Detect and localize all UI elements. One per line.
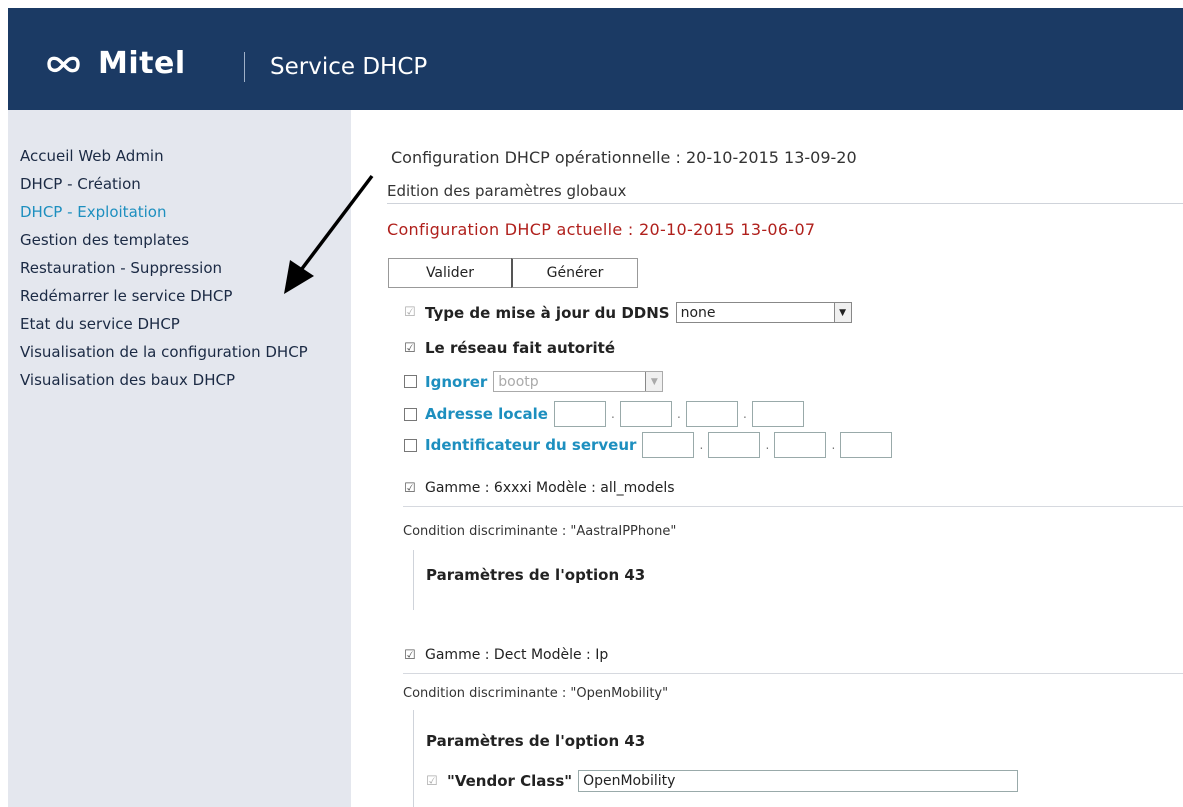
generate-button[interactable]: Générer [511, 258, 638, 288]
ignore-select-value: bootp [498, 373, 539, 390]
brand-name: Mitel [98, 46, 186, 81]
server-id-label: Identificateur du serveur [425, 436, 637, 454]
app-header: Mitel Service DHCP [8, 8, 1183, 110]
ignore-select[interactable]: bootp ▼ [493, 371, 664, 392]
divider [403, 673, 1183, 674]
ddns-select[interactable]: none ▼ [675, 302, 852, 323]
condition-label: Condition discriminante : "AastraIPPhone… [403, 524, 677, 539]
mitel-logo-icon [47, 56, 80, 72]
server-id-octet-1[interactable] [642, 432, 695, 458]
ddns-label: Type de mise à jour du DDNS [425, 303, 670, 322]
actual-config-label: Configuration DHCP actuelle : 20-10-2015… [387, 220, 816, 239]
gamme-label: Gamme : Dect Modèle : Ip [425, 647, 609, 663]
checkbox-empty-icon[interactable] [404, 407, 417, 421]
condition-label: Condition discriminante : "OpenMobility" [403, 686, 669, 701]
sidebar-item-visu-config[interactable]: Visualisation de la configuration DHCP [20, 342, 320, 362]
server-id-octet-3[interactable] [774, 432, 827, 458]
gamme-label: Gamme : 6xxxi Modèle : all_models [425, 480, 675, 496]
operational-config-label: Configuration DHCP opérationnelle : 20-1… [391, 148, 857, 167]
ddns-select-value: none [680, 304, 716, 321]
ddns-row: ☑ Type de mise à jour du DDNS none ▼ [404, 302, 852, 323]
divider [387, 203, 1183, 204]
checkbox-empty-icon[interactable] [404, 375, 417, 388]
vendor-class-row: ☑ "Vendor Class" OpenMobility [426, 770, 1019, 792]
checkbox-checked-icon[interactable]: ☑ [404, 306, 417, 319]
sidebar-item-etat[interactable]: Etat du service DHCP [20, 314, 340, 334]
group-border [413, 550, 414, 610]
authority-label: Le réseau fait autorité [425, 339, 615, 357]
group-border [413, 710, 414, 807]
vendor-class-label: "Vendor Class" [447, 772, 573, 790]
server-id-octet-2[interactable] [708, 432, 761, 458]
local-address-octet-1[interactable] [553, 401, 606, 427]
main-content: Configuration DHCP opérationnelle : 20-1… [351, 110, 1183, 807]
local-address-label: Adresse locale [425, 405, 548, 423]
checkbox-checked-icon[interactable]: ☑ [426, 775, 439, 788]
header-divider [244, 52, 245, 82]
local-address-octet-3[interactable] [685, 401, 738, 427]
vendor-class-input[interactable]: OpenMobility [578, 770, 1019, 792]
local-address-octet-4[interactable] [751, 401, 804, 427]
mitel-logo: Mitel [46, 46, 186, 81]
sidebar-item-accueil[interactable]: Accueil Web Admin [20, 146, 340, 166]
page-title: Service DHCP [270, 54, 428, 80]
checkbox-checked-icon[interactable]: ☑ [404, 649, 417, 662]
server-id-octet-4[interactable] [840, 432, 893, 458]
edit-section-title: Edition des paramètres globaux [387, 182, 627, 200]
sidebar-item-visu-baux[interactable]: Visualisation des baux DHCP [20, 370, 340, 390]
dropdown-arrow-icon: ▼ [833, 303, 851, 322]
validate-button[interactable]: Valider [388, 258, 511, 288]
ignore-row: Ignorer bootp ▼ [404, 371, 664, 392]
gamme-dect-row: ☑ Gamme : Dect Modèle : Ip [404, 647, 608, 663]
action-buttons: Valider Générer [388, 258, 638, 288]
gamme-6xxxi-row: ☑ Gamme : 6xxxi Modèle : all_models [404, 480, 675, 496]
option-43-title: Paramètres de l'option 43 [426, 732, 646, 750]
checkbox-empty-icon[interactable] [404, 438, 417, 452]
option-43-title: Paramètres de l'option 43 [426, 566, 646, 584]
server-id-row: Identificateur du serveur . . . [404, 432, 893, 458]
checkbox-checked-icon[interactable]: ☑ [404, 482, 417, 495]
divider [403, 506, 1183, 507]
local-address-octet-2[interactable] [619, 401, 672, 427]
local-address-row: Adresse locale . . . [404, 401, 804, 427]
authority-row: ☑ Le réseau fait autorité [404, 339, 615, 357]
checkbox-checked-icon[interactable]: ☑ [404, 342, 417, 355]
dropdown-arrow-icon: ▼ [645, 372, 663, 391]
ignore-label: Ignorer [425, 372, 488, 391]
